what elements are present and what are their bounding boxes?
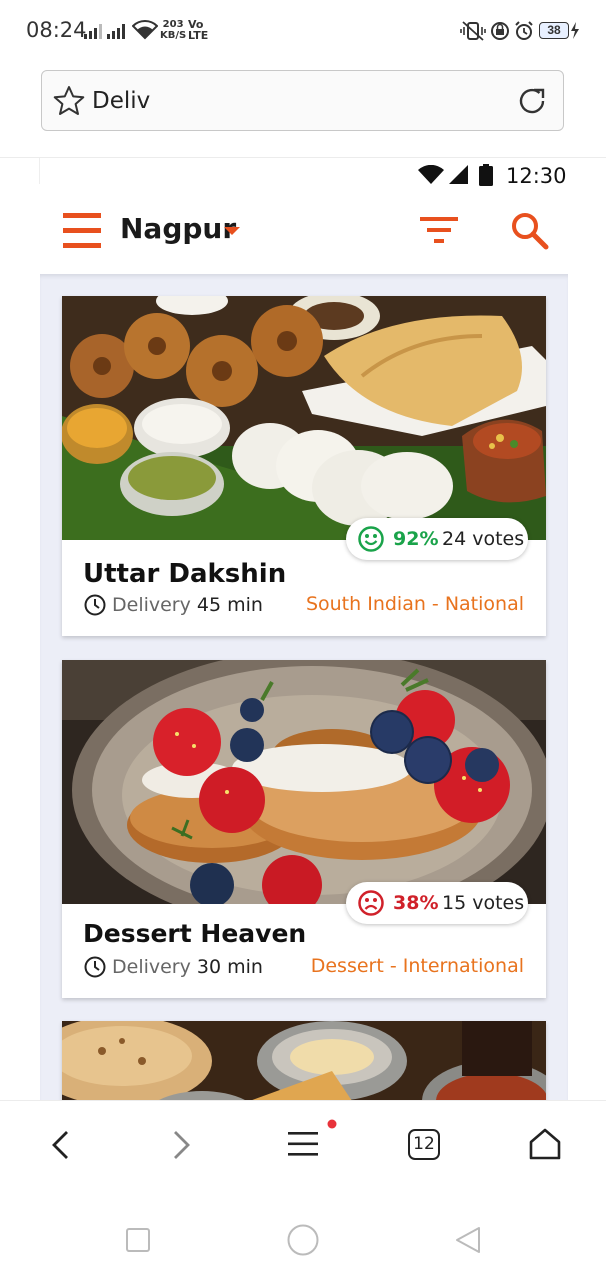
delivery-time: Delivery 45 min xyxy=(112,594,263,616)
vibrate-icon xyxy=(460,21,486,41)
rating-percent: 38% xyxy=(393,892,439,914)
status-bar: 08:24 203 KB/S Vo LTE 38 xyxy=(0,0,606,60)
restaurant-name[interactable]: Dessert Heaven xyxy=(83,919,306,948)
status-time: 08:24 xyxy=(26,18,87,42)
filter-icon[interactable] xyxy=(420,216,458,244)
charging-icon xyxy=(571,22,579,39)
vote-count: 15 votes xyxy=(442,892,525,914)
city-selector[interactable]: Nagpur xyxy=(120,212,236,245)
inner-battery-icon xyxy=(479,164,493,186)
frown-icon xyxy=(358,890,384,916)
inner-wifi-icon xyxy=(418,165,444,184)
browser-menu-icon[interactable] xyxy=(288,1131,318,1157)
content-edge xyxy=(39,158,40,184)
restaurant-card[interactable]: 38% 15 votes Dessert Heaven Delivery 30 … xyxy=(62,660,546,998)
alarm-icon xyxy=(515,21,533,40)
forward-icon[interactable] xyxy=(172,1130,192,1160)
back-triangle-icon[interactable] xyxy=(455,1226,481,1254)
cuisine-label: South Indian - National xyxy=(305,593,524,615)
data-saver-icon xyxy=(491,22,509,40)
wifi-icon xyxy=(132,20,158,40)
inner-signal-icon xyxy=(449,165,468,184)
delivery-time: Delivery 30 min xyxy=(112,956,263,978)
recents-icon[interactable] xyxy=(126,1228,150,1252)
rating-percent: 92% xyxy=(393,528,439,550)
restaurant-image-thali[interactable] xyxy=(62,1021,546,1100)
clock-icon xyxy=(84,594,106,616)
url-text[interactable]: Deliv xyxy=(92,88,150,114)
vote-count: 24 votes xyxy=(442,528,525,550)
network-speed: 203 KB/S xyxy=(160,19,187,41)
signal-strength-icon xyxy=(84,24,125,39)
tabs-icon[interactable]: 12 xyxy=(408,1129,440,1160)
restaurant-image-south-indian[interactable] xyxy=(62,296,546,540)
star-icon[interactable] xyxy=(53,85,85,116)
restaurant-name[interactable]: Uttar Dakshin xyxy=(83,559,286,589)
battery-indicator: 38 xyxy=(539,22,569,39)
back-icon[interactable] xyxy=(50,1130,70,1160)
rating-badge: 92% 24 votes xyxy=(346,518,528,560)
content-divider xyxy=(0,157,606,158)
rating-badge: 38% 15 votes xyxy=(346,882,528,924)
notification-dot-icon xyxy=(327,1119,337,1129)
smile-icon xyxy=(358,526,384,552)
cuisine-label: Dessert - International xyxy=(310,955,524,977)
restaurant-feed[interactable]: 92% 24 votes Uttar Dakshin Delivery 45 m… xyxy=(40,274,568,1100)
home-circle-icon[interactable] xyxy=(287,1224,319,1256)
dropdown-caret-icon[interactable] xyxy=(224,227,240,236)
search-icon[interactable] xyxy=(510,211,550,251)
volte-indicator: Vo LTE xyxy=(188,18,209,42)
restaurant-card[interactable]: 92% 24 votes Uttar Dakshin Delivery 45 m… xyxy=(62,296,546,636)
restaurant-image-dessert[interactable] xyxy=(62,660,546,904)
hamburger-menu-icon[interactable] xyxy=(63,213,101,249)
home-icon[interactable] xyxy=(528,1127,562,1161)
device-time: 12:30 xyxy=(506,164,567,188)
restaurant-card[interactable] xyxy=(62,1021,546,1100)
reload-icon[interactable] xyxy=(517,86,549,116)
clock-icon xyxy=(84,956,106,978)
